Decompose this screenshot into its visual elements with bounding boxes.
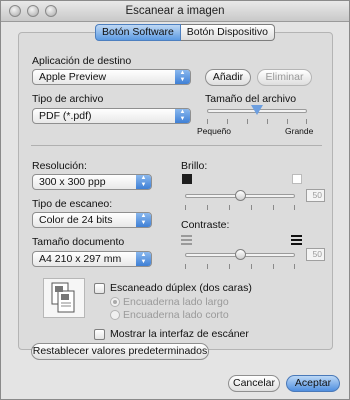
popup-arrows-icon: ▲ ▼ — [136, 252, 151, 266]
resolution-select[interactable]: 300 x 300 ppp ▲ ▼ — [32, 174, 152, 190]
contrast-value-field[interactable]: 50 — [306, 248, 325, 261]
document-size-value: A4 210 x 297 mm — [39, 253, 122, 265]
show-interface-label: Mostrar la interfaz de escáner — [110, 328, 249, 340]
duplex-checkbox[interactable] — [94, 283, 105, 294]
popup-arrows-icon: ▲ ▼ — [175, 109, 190, 123]
duplex-short-edge-label: Encuaderna lado corto — [123, 309, 229, 321]
resolution-value: 300 x 300 ppp — [39, 176, 106, 188]
destination-app-label: Aplicación de destino — [32, 55, 132, 67]
duplex-long-edge-label: Encuaderna lado largo — [123, 296, 229, 308]
document-size-label: Tamaño documento — [32, 236, 125, 248]
scan-type-label: Tipo de escaneo: — [32, 198, 113, 210]
duplex-preview-icon — [43, 278, 85, 318]
brightness-dark-icon — [182, 174, 192, 184]
contrast-slider-thumb[interactable] — [234, 249, 246, 260]
document-size-select[interactable]: A4 210 x 297 mm ▲ ▼ — [32, 251, 152, 267]
window-title: Escanear a imagen — [125, 5, 225, 17]
file-size-max-label: Grande — [285, 126, 314, 136]
tab-bar: Botón Software Botón Dispositivo — [95, 24, 275, 41]
file-size-ticks — [207, 119, 307, 124]
reset-defaults-button[interactable]: Restablecer valores predeterminados — [31, 343, 209, 360]
destination-app-select[interactable]: Apple Preview ▲ ▼ — [32, 69, 191, 85]
contrast-ticks — [185, 264, 295, 269]
brightness-slider-thumb[interactable] — [234, 190, 246, 201]
brightness-value-field[interactable]: 50 — [306, 189, 325, 202]
popup-arrows-icon: ▲ ▼ — [175, 70, 190, 84]
title-bar: Escanear a imagen — [1, 1, 349, 22]
contrast-label: Contraste: — [181, 219, 230, 231]
window-content: Botón Software Botón Dispositivo Aplicac… — [1, 22, 349, 399]
brightness-label: Brillo: — [181, 160, 208, 172]
add-app-button[interactable]: Añadir — [205, 69, 251, 86]
file-type-select[interactable]: PDF (*.pdf) ▲ ▼ — [32, 108, 191, 124]
scan-to-image-window: Escanear a imagen Botón Software Botón D… — [0, 0, 350, 400]
duplex-short-edge-radio[interactable] — [110, 310, 120, 320]
contrast-low-icon — [181, 235, 192, 245]
file-type-value: PDF (*.pdf) — [39, 110, 92, 122]
resolution-label: Resolución: — [32, 160, 87, 172]
brightness-ticks — [185, 205, 295, 210]
show-interface-checkbox[interactable] — [94, 329, 105, 340]
scan-type-value: Color de 24 bits — [39, 214, 113, 226]
file-size-label: Tamaño del archivo — [205, 93, 297, 105]
file-size-min-label: Pequeño — [197, 126, 232, 136]
scan-type-select[interactable]: Color de 24 bits ▲ ▼ — [32, 212, 152, 228]
duplex-long-edge-radio[interactable] — [110, 297, 120, 307]
file-size-slider-thumb[interactable] — [251, 105, 263, 115]
cancel-button[interactable]: Cancelar — [228, 375, 280, 392]
settings-panel: Aplicación de destino Apple Preview ▲ ▼ A… — [18, 32, 333, 350]
file-type-label: Tipo de archivo — [32, 93, 104, 105]
accept-button[interactable]: Aceptar — [286, 375, 340, 392]
popup-arrows-icon: ▲ ▼ — [136, 213, 151, 227]
destination-app-value: Apple Preview — [39, 71, 107, 83]
tab-software-button[interactable]: Botón Software — [95, 24, 181, 41]
duplex-label: Escaneado dúplex (dos caras) — [110, 282, 252, 294]
popup-arrows-icon: ▲ ▼ — [136, 175, 151, 189]
brightness-light-icon — [292, 174, 302, 184]
remove-app-button[interactable]: Eliminar — [257, 69, 312, 86]
contrast-high-icon — [291, 235, 302, 245]
tab-device-button[interactable]: Botón Dispositivo — [180, 24, 275, 41]
section-divider — [31, 145, 322, 146]
